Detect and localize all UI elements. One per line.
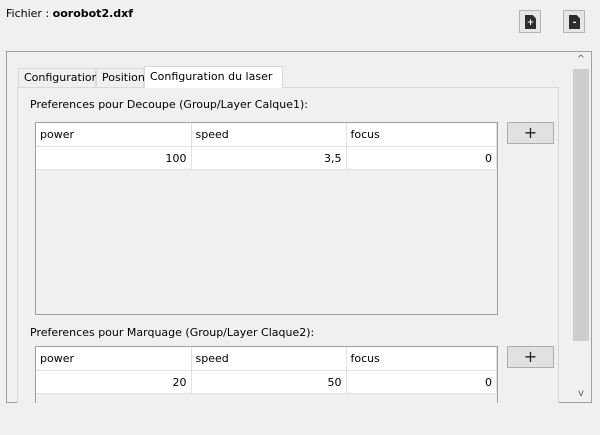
tab-position[interactable]: Position — [96, 68, 145, 87]
mark-table: power speed focus 20 50 0 — [35, 346, 498, 403]
file-name: oorobot2.dxf — [52, 7, 134, 20]
cell-speed[interactable]: 50 — [191, 370, 347, 394]
tab-configuration[interactable]: Configuration — [18, 68, 99, 87]
scrollbar-thumb[interactable] — [573, 69, 589, 341]
column-header-focus[interactable]: focus — [346, 123, 497, 147]
cell-power[interactable]: 20 — [36, 370, 192, 394]
column-header-speed[interactable]: speed — [191, 347, 347, 371]
cell-power[interactable]: 100 — [36, 146, 192, 170]
cell-speed[interactable]: 3,5 — [191, 146, 347, 170]
new-file-button[interactable]: + — [519, 10, 541, 33]
cut-add-button[interactable]: + — [507, 122, 554, 144]
vertical-scrollbar[interactable]: ^ v — [571, 52, 591, 402]
delete-file-button[interactable]: - — [563, 10, 585, 33]
scroll-down-arrow[interactable]: v — [571, 388, 591, 399]
cut-table: power speed focus 100 3,5 0 — [35, 122, 498, 315]
column-header-focus[interactable]: focus — [346, 347, 497, 371]
cell-focus[interactable]: 0 — [346, 370, 497, 394]
column-header-speed[interactable]: speed — [191, 123, 347, 147]
column-header-power[interactable]: power — [36, 347, 192, 371]
tab-configuration-laser[interactable]: Configuration du laser — [144, 66, 283, 88]
table-row[interactable]: 20 50 0 — [36, 370, 497, 394]
table-row[interactable]: 100 3,5 0 — [36, 146, 497, 170]
column-header-power[interactable]: power — [36, 123, 192, 147]
cell-focus[interactable]: 0 — [346, 146, 497, 170]
file-indicator: Fichier : oorobot2.dxf — [6, 7, 133, 20]
file-label: Fichier : — [6, 7, 50, 20]
mark-add-button[interactable]: + — [507, 346, 554, 368]
cut-section-label: Preferences pour Decoupe (Group/Layer Ca… — [30, 98, 308, 111]
scroll-up-arrow[interactable]: ^ — [571, 54, 591, 65]
mark-section-label: Preferences pour Marquage (Group/Layer C… — [30, 326, 315, 339]
